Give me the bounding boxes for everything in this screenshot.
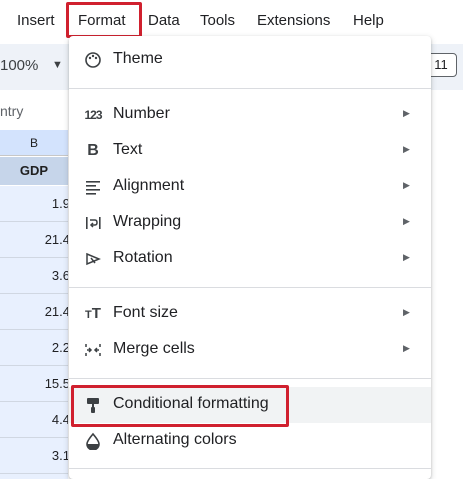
text-rotation-icon — [83, 250, 103, 268]
menu-item-font-size[interactable]: TT Font size ▶ — [69, 296, 431, 332]
menu-divider — [69, 287, 431, 288]
submenu-arrow-icon: ▶ — [403, 180, 410, 190]
zoom-select[interactable]: 100% — [0, 57, 38, 74]
table-cell[interactable]: 3.1 — [0, 438, 68, 474]
bold-icon: B — [87, 142, 99, 159]
submenu-arrow-icon: ▶ — [403, 307, 410, 317]
menu-item-alternating-colors[interactable]: Alternating colors — [69, 423, 431, 459]
number-format-icon: 123 — [84, 108, 102, 122]
caret-down-icon[interactable]: ▼ — [52, 59, 63, 71]
table-cell[interactable]: 21.4 — [0, 222, 68, 258]
table-cell[interactable]: 1.9 — [0, 186, 68, 222]
menu-tools[interactable]: Tools — [200, 12, 235, 29]
menu-divider — [69, 378, 431, 379]
table-cell[interactable]: 21.4 — [0, 294, 68, 330]
menu-item-alignment[interactable]: Alignment ▶ — [69, 169, 431, 205]
menu-item-merge-cells[interactable]: Merge cells ▶ — [69, 332, 431, 368]
menu-item-label: Text — [113, 141, 143, 158]
menu-item-label: Merge cells — [113, 340, 195, 357]
menu-insert[interactable]: Insert — [17, 12, 55, 29]
table-cell[interactable]: 15.5 — [0, 366, 68, 402]
table-cell[interactable]: 2.2 — [0, 330, 68, 366]
menu-extensions[interactable]: Extensions — [257, 12, 330, 29]
color-drop-icon — [83, 432, 103, 451]
menu-item-number[interactable]: 123 Number ▶ — [69, 97, 431, 133]
submenu-arrow-icon: ▶ — [403, 108, 410, 118]
submenu-arrow-icon: ▶ — [403, 216, 410, 226]
menu-item-theme[interactable]: Theme — [69, 42, 431, 78]
menu-item-wrapping[interactable]: Wrapping ▶ — [69, 205, 431, 241]
table-cell[interactable]: 4.4 — [0, 402, 68, 438]
table-cell[interactable]: 3.6 — [0, 258, 68, 294]
align-left-icon — [83, 178, 103, 196]
menu-item-label: Rotation — [113, 249, 173, 266]
menu-item-label: Theme — [113, 50, 163, 67]
submenu-arrow-icon: ▶ — [403, 343, 410, 353]
conditional-formatting-highlight — [71, 385, 289, 427]
menu-item-rotation[interactable]: Rotation ▶ — [69, 241, 431, 277]
header-cell-gdp[interactable]: GDP — [0, 157, 68, 185]
menu-data[interactable]: Data — [148, 12, 180, 29]
format-menu-highlight — [66, 2, 142, 38]
palette-icon — [83, 51, 103, 69]
menu-item-label: Alignment — [113, 177, 185, 194]
menu-item-label: Alternating colors — [113, 431, 237, 448]
menu-item-label: Wrapping — [113, 213, 182, 230]
name-box[interactable]: ntry — [0, 103, 23, 119]
menu-divider — [69, 88, 431, 89]
column-header-b[interactable]: B — [0, 130, 68, 156]
font-size-icon: TT — [85, 305, 101, 322]
menu-divider — [69, 468, 431, 469]
menu-help[interactable]: Help — [353, 12, 384, 29]
submenu-arrow-icon: ▶ — [403, 144, 410, 154]
submenu-arrow-icon: ▶ — [403, 252, 410, 262]
menu-item-label: Number — [113, 105, 170, 122]
menu-item-label: Font size — [113, 304, 178, 321]
merge-cells-icon — [83, 341, 103, 359]
menu-item-text[interactable]: B Text ▶ — [69, 133, 431, 169]
text-wrap-icon — [83, 214, 103, 232]
